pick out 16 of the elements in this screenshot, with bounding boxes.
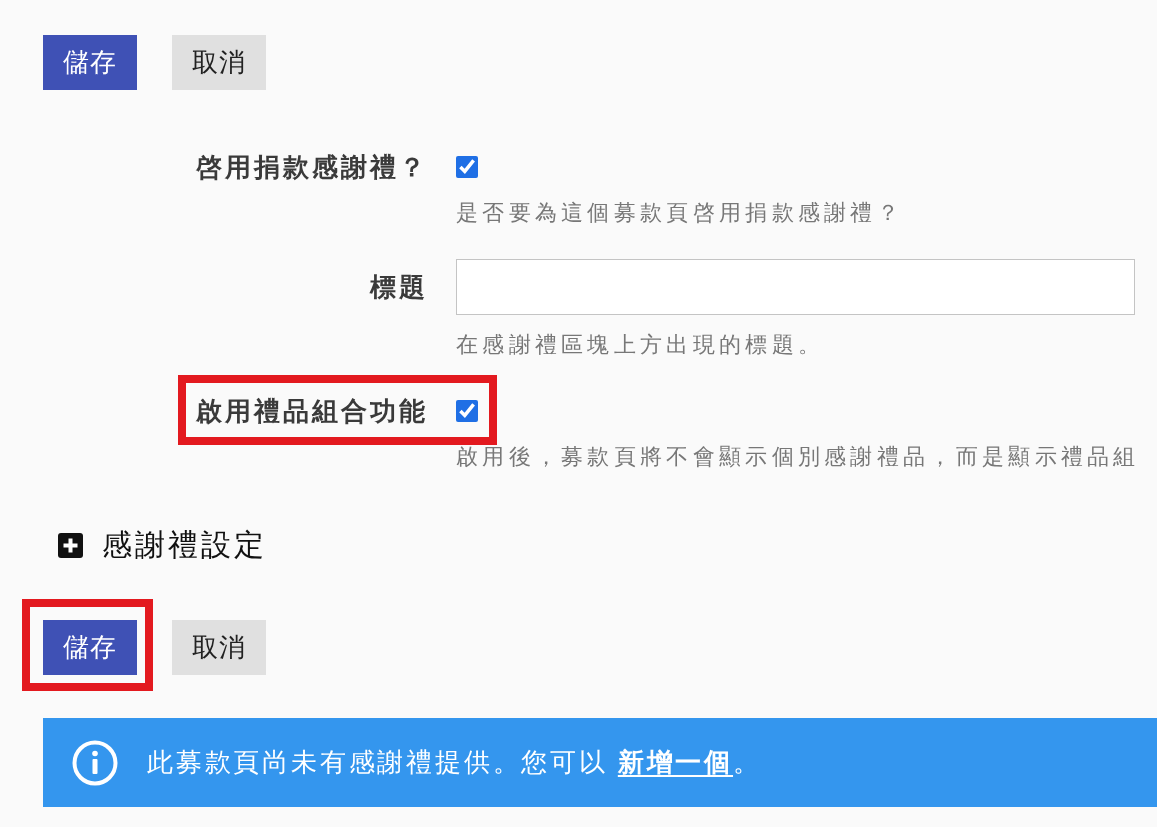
checkbox[interactable] <box>456 156 478 178</box>
field-label: 啟用禮品組合功能 <box>196 396 428 426</box>
field-label: 標題 <box>370 272 428 302</box>
cancel-button[interactable]: 取消 <box>172 620 266 675</box>
section-toggle[interactable]: 感謝禮設定 <box>58 525 267 565</box>
text-input[interactable] <box>456 259 1135 315</box>
checkbox[interactable] <box>456 400 478 422</box>
info-icon <box>72 739 118 786</box>
field-label: 啓用捐款感謝禮？ <box>196 152 428 182</box>
help-text: 在感謝禮區塊上方出現的標題。 <box>456 331 826 359</box>
help-text: 是否要為這個募款頁啓用捐款感謝禮？ <box>456 199 905 227</box>
cancel-button[interactable]: 取消 <box>172 35 266 90</box>
save-button[interactable]: 儲存 <box>43 620 137 675</box>
save-button[interactable]: 儲存 <box>43 35 137 90</box>
info-message: 此募款頁尚未有感謝禮提供。您可以 新增一個。 <box>147 746 762 779</box>
help-text: 啟用後，募款頁將不會顯示個別感謝禮品，而是顯示禮品組 <box>456 443 1141 471</box>
